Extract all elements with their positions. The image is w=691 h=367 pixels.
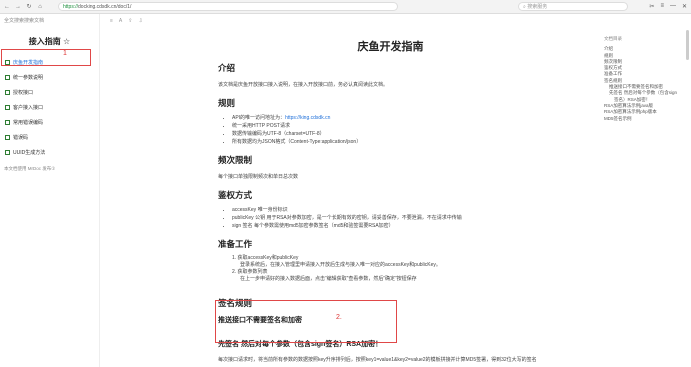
heading-rules: 规则 — [218, 98, 236, 108]
list-item: 数据传输编码为UTF-8（charset=UTF-8） — [232, 130, 563, 138]
close-icon[interactable]: ✕ — [682, 3, 687, 10]
minimize-icon[interactable]: — — [670, 3, 676, 10]
list-item: 1. 获取accessKey和publicKey 登录系统后，在接入管理里申请接入… — [232, 255, 441, 268]
share-icon[interactable]: ⇪ — [128, 18, 132, 24]
intro-text: 该文档是庆鱼开放接口接入说明，在接入开放接口前，务必认真阅读此文档。 — [218, 82, 389, 88]
reload-icon[interactable]: ↻ — [25, 3, 33, 11]
toc-header: 文档目录 — [604, 36, 622, 41]
doc-icon — [5, 105, 10, 110]
list-item: sign 签名 每个参数需使用md5加密参数签名（md5和验签需要RSA加密） — [232, 222, 563, 230]
list-item: accessKey 唯一身份标识 — [232, 206, 563, 214]
rules-list: API的唯一访问地址为：https://king.cdsdk.cn统一采用HTT… — [218, 114, 563, 146]
list-item: 统一采用HTTP POST请求 — [232, 122, 563, 130]
url-protocol: https:// — [63, 3, 79, 10]
sidebar-item-label: 错误码 — [13, 135, 29, 141]
sidebar-footer: 本文档使用 MrDoc 发布① — [4, 166, 56, 171]
sidebar-item[interactable]: 授权接口 — [0, 85, 99, 100]
sidebar-item-label: 客户接入接口 — [13, 105, 44, 111]
annotation-box-1 — [1, 49, 91, 66]
heading-frequency: 频次限制 — [218, 155, 253, 165]
sidebar-item[interactable]: 客户接入接口 — [0, 100, 99, 115]
prep-list: 1. 获取accessKey和publicKey 登录系统后，在接入管理里申请接入… — [218, 255, 563, 283]
sidebar-item-label: 常用错误编码 — [13, 120, 44, 126]
list-item: 2. 获取参数列表 在上一步申请好的接入数据后面，点击“编辑获取”查看参数，然后“… — [232, 269, 417, 282]
search-placeholder: 搜索服务 — [527, 4, 548, 10]
frequency-text: 每个接口单独限制频次和单日总次数 — [218, 174, 299, 180]
heading-intro: 介绍 — [218, 63, 236, 73]
address-bar[interactable]: https:// docking.cdsdk.cn/doc/1/ — [58, 2, 398, 11]
download-icon[interactable]: ⇩ — [138, 18, 142, 24]
sidebar-item[interactable]: 常用错误编码 — [0, 115, 99, 130]
extensions-icon[interactable]: ✂ — [649, 3, 654, 10]
sidebar-item-label: 统一参数说明 — [13, 75, 44, 81]
annotation-label-1: 1 — [63, 50, 67, 57]
heading-prep: 准备工作 — [218, 239, 253, 249]
doc-icon — [5, 75, 10, 80]
doc-icon — [5, 135, 10, 140]
annotation-box-2 — [215, 300, 397, 343]
api-url-link[interactable]: https://king.cdsdk.cn — [285, 115, 330, 121]
sidebar-item-label: UUID生成方法 — [13, 150, 46, 156]
doc-icon — [5, 150, 10, 155]
sidebar-item[interactable]: UUID生成方法 — [0, 145, 99, 160]
back-icon[interactable]: ← — [3, 3, 11, 11]
browser-toolbar: ← → ↻ ⌂ https:// docking.cdsdk.cn/doc/1/… — [0, 0, 691, 14]
url-text: docking.cdsdk.cn/doc/1/ — [78, 3, 132, 10]
menu-toggle-icon[interactable]: ≡ — [110, 18, 113, 24]
toc-item[interactable]: 先签名 然后对每个参数（包含sign — [604, 90, 684, 96]
forward-icon[interactable]: → — [14, 3, 22, 11]
list-item: 所有数据均为JSON格式（Content-Type:application/js… — [232, 138, 563, 146]
doc-sidebar: 全文搜索搜索文档 接入指南 ☆ 庆鱼开发指南 统一参数说明 授权接口 客户接入接口 常用… — [0, 14, 100, 367]
doc-icon — [5, 90, 10, 95]
doc-title: 庆鱼开发指南 — [357, 41, 424, 53]
font-icon[interactable]: A — [119, 18, 122, 24]
doc-icon — [5, 120, 10, 125]
list-item: publicKey 公钥 用于RSA对参数加密，是一个长期有效的密钥，请妥善保存… — [232, 214, 563, 222]
doc-toolbar: ≡ A ⇪ ⇩ — [100, 14, 691, 28]
sidebar-title: 接入指南 ☆ — [28, 37, 71, 46]
menu-icon[interactable]: ≡ — [660, 3, 664, 10]
browser-search-input[interactable]: ⌕ 搜索服务 — [518, 2, 628, 11]
sidebar-item[interactable]: 错误码 — [0, 130, 99, 145]
toc-item[interactable]: MD5签名示例 — [604, 116, 684, 122]
list-item: API的唯一访问地址为：https://king.cdsdk.cn — [232, 114, 563, 122]
auth-list: accessKey 唯一身份标识publicKey 公钥 用于RSA对参数加密，… — [218, 206, 563, 230]
sidebar-search-link[interactable]: 全文搜索搜索文档 — [0, 14, 99, 26]
sidebar-item-label: 授权接口 — [13, 90, 34, 96]
scrollbar[interactable] — [686, 30, 689, 60]
table-of-contents: 文档目录 介绍 规则 频次限制 鉴权方式 准备工作 签名规则 推送接口不需要签名和加密 先签名… — [604, 36, 684, 122]
sign-text: 每次接口请求时，将当前所有参数的数据按照key升序排列后，按照key1=valu… — [218, 357, 537, 363]
sidebar-item[interactable]: 统一参数说明 — [0, 70, 99, 85]
annotation-label-2: 2. — [336, 314, 342, 321]
home-icon[interactable]: ⌂ — [36, 3, 44, 11]
heading-auth: 鉴权方式 — [218, 190, 253, 200]
